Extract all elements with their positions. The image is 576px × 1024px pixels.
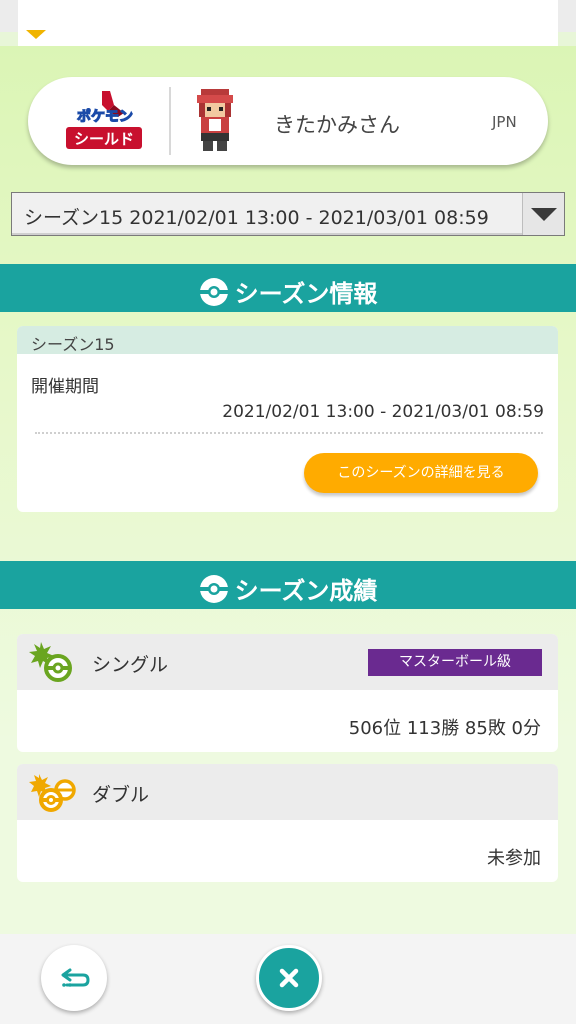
- season-results-title: シーズン成績: [234, 577, 378, 605]
- single-battle-head: シングル マスターボール級: [17, 634, 558, 690]
- divider: [169, 87, 171, 155]
- single-battle-record: 506位 113勝 85敗 0分: [348, 718, 541, 739]
- period-value: 2021/02/01 13:00 - 2021/03/01 08:59: [222, 402, 544, 422]
- collapse-arrow-icon[interactable]: [26, 30, 46, 39]
- chevron-down-icon: [531, 208, 557, 221]
- season-info-title: シーズン情報: [234, 280, 378, 308]
- season-name-bar: シーズン15: [17, 326, 558, 354]
- season-results-title-wrap: シーズン成績: [0, 571, 576, 610]
- single-battle-icon: [29, 640, 77, 684]
- season-detail-button[interactable]: このシーズンの詳細を見る: [304, 453, 538, 493]
- trainer-avatar: [191, 87, 239, 155]
- close-icon: [279, 968, 299, 988]
- period-label: 開催期間: [31, 377, 99, 397]
- single-battle-card: シングル マスターボール級 506位 113勝 85敗 0分: [17, 634, 558, 752]
- player-card: ポケモン シールド きたかみさん JPN: [28, 77, 548, 165]
- double-battle-icon: [29, 770, 77, 814]
- season-results-header: シーズン成績: [0, 561, 576, 609]
- single-battle-label: シングル: [92, 654, 169, 676]
- season-select[interactable]: シーズン15 2021/02/01 13:00 - 2021/03/01 08:…: [11, 192, 565, 236]
- close-button[interactable]: [256, 945, 322, 1011]
- season-select-value: シーズン15 2021/02/01 13:00 - 2021/03/01 08:…: [24, 207, 489, 229]
- select-dropdown-button[interactable]: [522, 193, 564, 235]
- player-name: きたかみさん: [274, 113, 400, 137]
- season-info-title-wrap: シーズン情報: [0, 274, 576, 313]
- svg-text:シールド: シールド: [74, 130, 134, 148]
- player-region: JPN: [492, 113, 517, 131]
- pokeball-icon: [199, 277, 229, 313]
- game-logo: ポケモン シールド: [58, 87, 152, 155]
- double-battle-head: ダブル: [17, 764, 558, 820]
- top-card-edge: [18, 0, 558, 46]
- dotted-divider: [35, 432, 543, 434]
- season-name: シーズン15: [31, 335, 115, 354]
- back-arrow-icon: [61, 968, 90, 987]
- season-info-header: シーズン情報: [0, 264, 576, 312]
- rank-badge: マスターボール級: [368, 649, 542, 676]
- double-battle-card: ダブル 未参加: [17, 764, 558, 882]
- double-battle-label: ダブル: [92, 784, 150, 806]
- season-info-card: シーズン15 開催期間 2021/02/01 13:00 - 2021/03/0…: [17, 326, 558, 512]
- back-button[interactable]: [41, 945, 107, 1011]
- svg-text:ポケモン: ポケモン: [77, 108, 133, 125]
- double-battle-record: 未参加: [487, 848, 541, 869]
- pokeball-icon: [199, 574, 229, 610]
